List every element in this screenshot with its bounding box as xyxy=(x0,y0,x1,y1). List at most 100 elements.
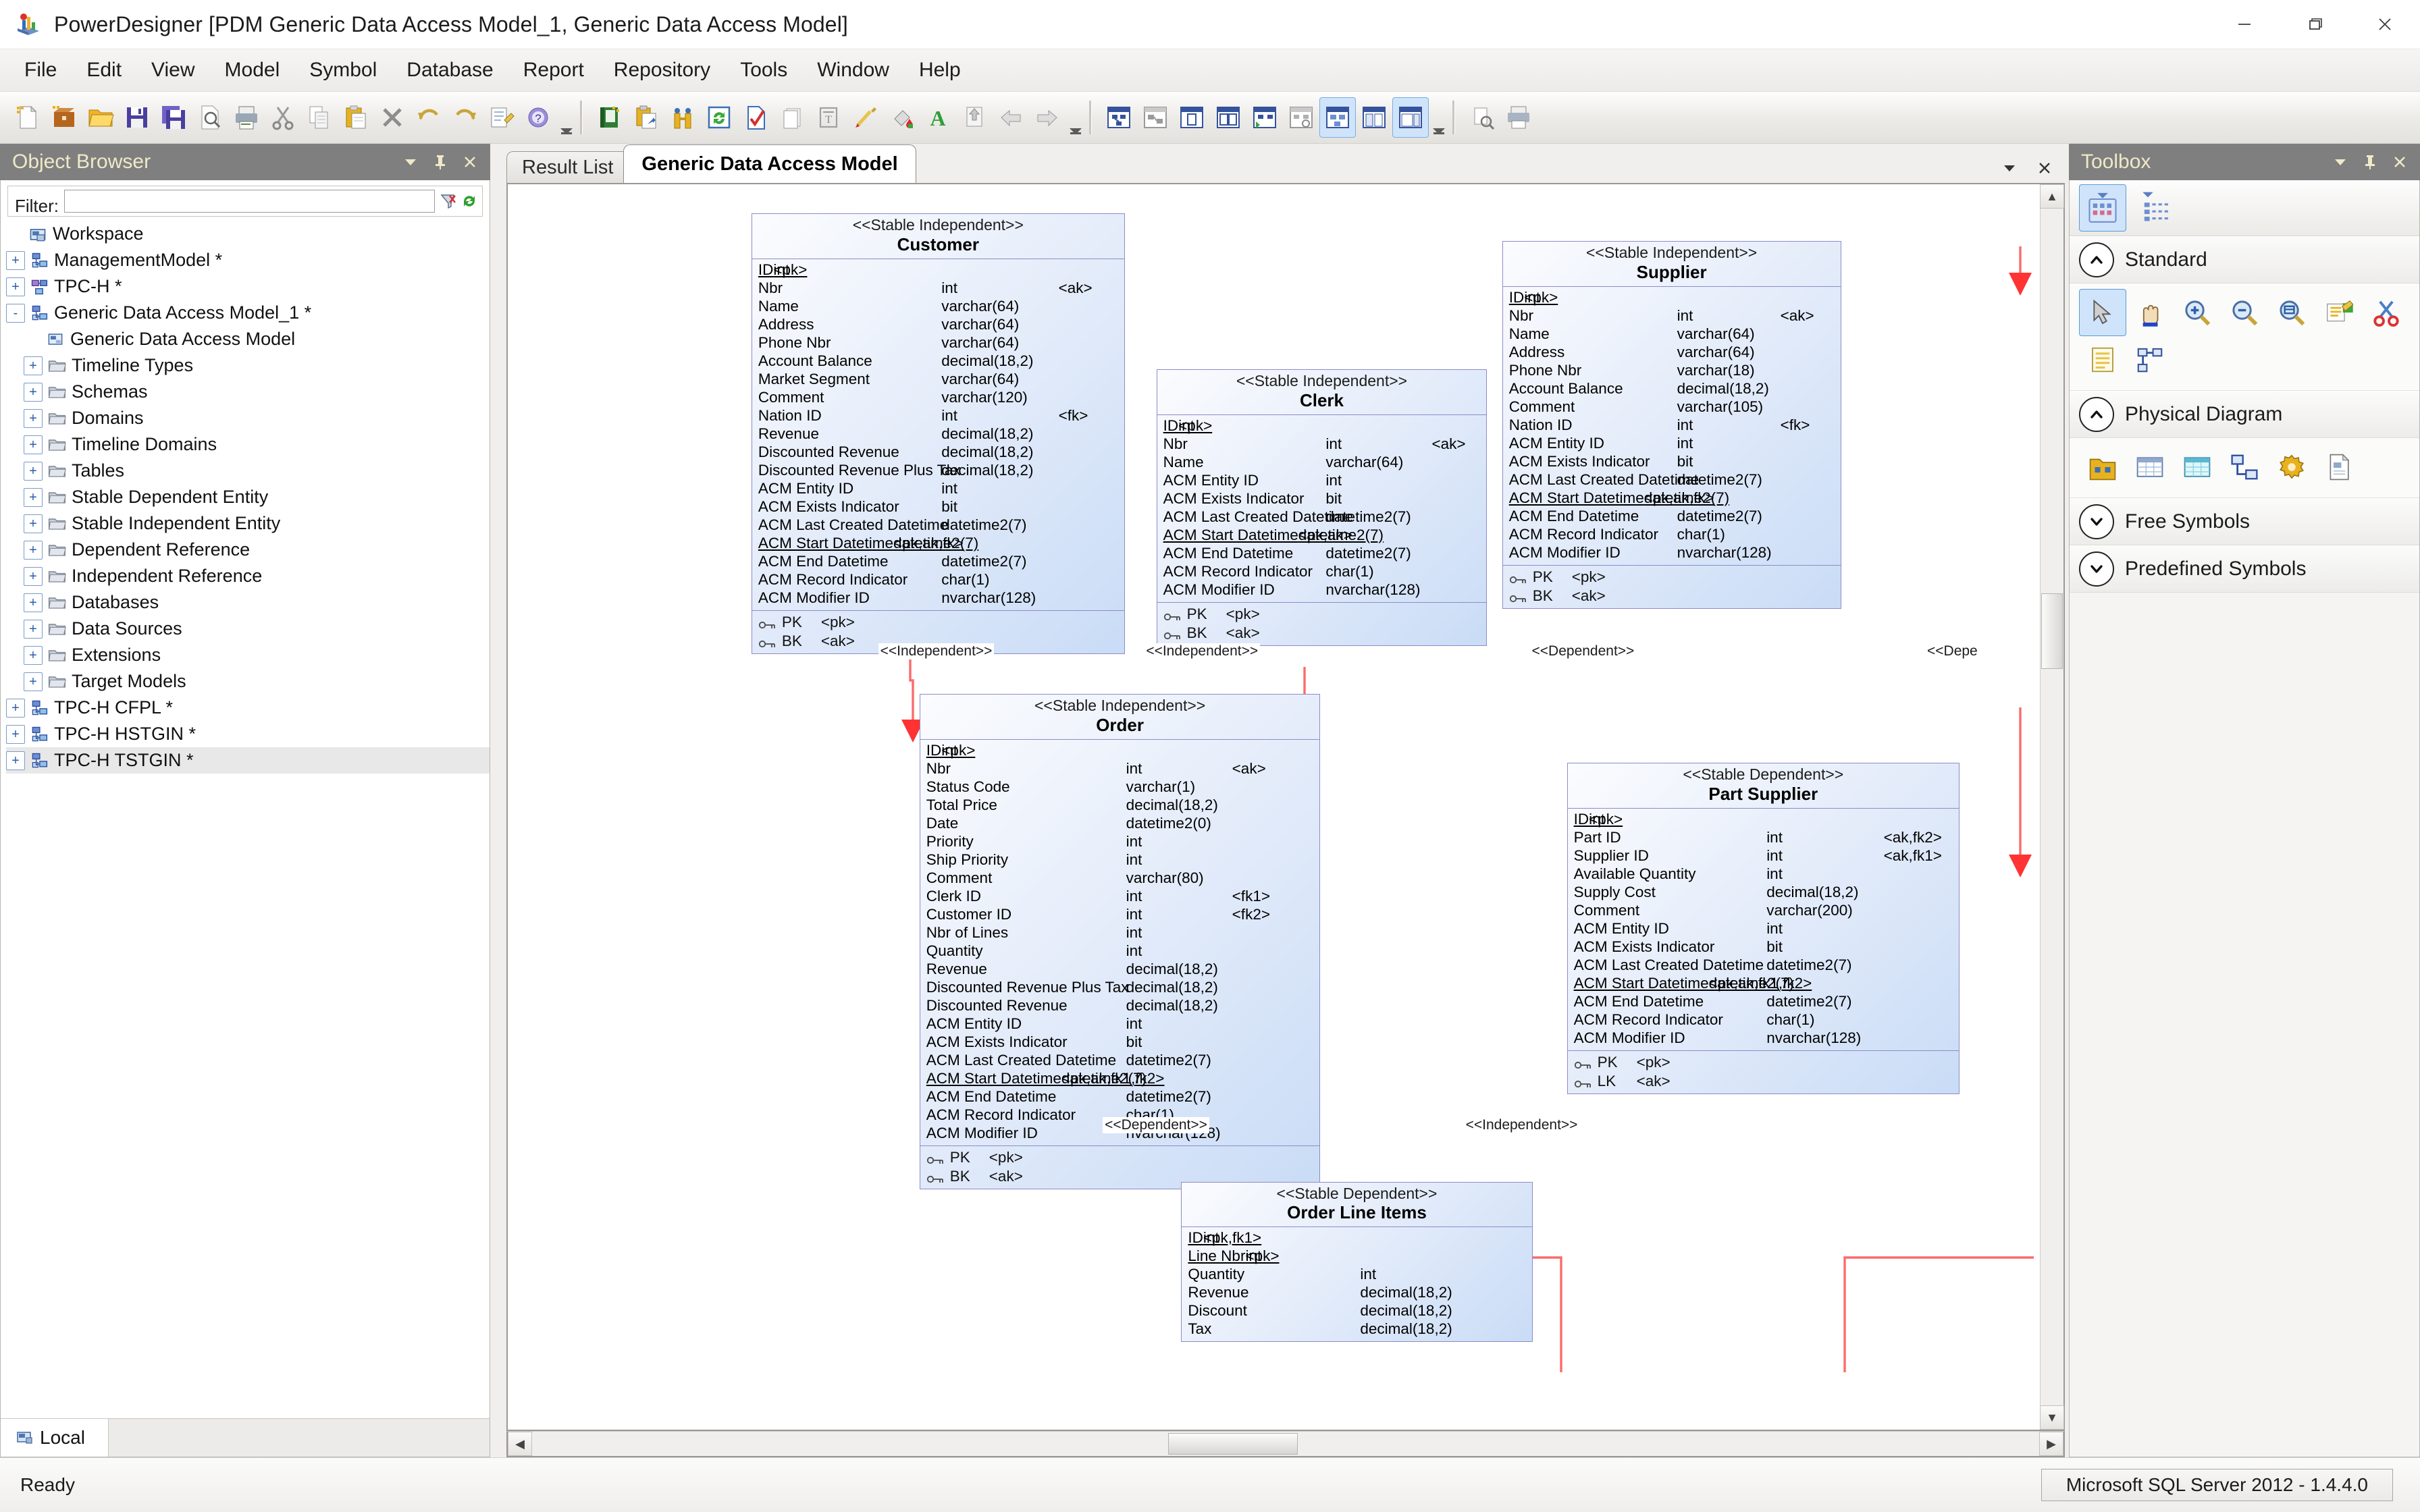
tool-table[interactable] xyxy=(2126,443,2174,491)
find-objects-button[interactable] xyxy=(664,97,701,138)
tree-item-timeline-domains[interactable]: + Timeline Domains xyxy=(6,431,490,458)
back-button[interactable] xyxy=(993,97,1029,138)
toolbox-menu-icon[interactable] xyxy=(2325,147,2355,177)
toolbox-close-icon[interactable] xyxy=(2385,147,2415,177)
tree-item-tpc-h-cfpl[interactable]: + TPC-H CFPL * xyxy=(6,695,490,721)
fill-color-button[interactable] xyxy=(883,97,920,138)
menu-item-view[interactable]: View xyxy=(136,53,209,87)
diagram-canvas[interactable]: <<Stable Independent>> Customer ID int <pk> N… xyxy=(508,184,2040,1430)
tree-item-workspace[interactable]: Workspace xyxy=(6,221,490,247)
browse-diagram-button[interactable] xyxy=(1283,97,1319,138)
menu-item-file[interactable]: File xyxy=(9,53,72,87)
tab-generic-data-access-model[interactable]: Generic Data Access Model xyxy=(623,144,916,183)
save-button[interactable] xyxy=(119,97,155,138)
tree-item-databases[interactable]: + Databases xyxy=(6,589,490,616)
glossary-button[interactable] xyxy=(591,97,628,138)
toggle-object-browser-button[interactable] xyxy=(1356,97,1392,138)
expand-icon[interactable]: + xyxy=(24,593,43,612)
pin-icon[interactable] xyxy=(425,147,455,177)
maximize-button[interactable] xyxy=(2280,0,2350,49)
properties-button[interactable] xyxy=(483,97,520,138)
toolbox-list-view-button[interactable] xyxy=(2133,184,2180,232)
delete-button[interactable] xyxy=(374,97,411,138)
expand-icon[interactable]: + xyxy=(24,356,43,375)
tool-pan[interactable] xyxy=(2126,289,2174,336)
expand-icon[interactable]: + xyxy=(24,382,43,402)
zoom-page-button[interactable] xyxy=(1464,97,1500,138)
refresh-button[interactable] xyxy=(701,97,737,138)
menu-item-edit[interactable]: Edit xyxy=(72,53,136,87)
toggle-toolbox-button[interactable] xyxy=(1392,97,1429,138)
tool-open-package[interactable] xyxy=(2315,289,2363,336)
scroll-up-button[interactable]: ▲ xyxy=(2040,184,2064,209)
tool-view[interactable] xyxy=(2174,443,2221,491)
scroll-down-button[interactable]: ▼ xyxy=(2040,1405,2064,1430)
close-button[interactable] xyxy=(2350,0,2420,49)
expand-icon[interactable]: + xyxy=(6,751,25,770)
tool-reference[interactable] xyxy=(2221,443,2268,491)
menu-item-tools[interactable]: Tools xyxy=(725,53,802,87)
scroll-right-button[interactable]: ▶ xyxy=(2039,1432,2063,1456)
tree-item-data-sources[interactable]: + Data Sources xyxy=(6,616,490,642)
active-diagram-button[interactable] xyxy=(1319,97,1356,138)
expand-icon[interactable]: + xyxy=(24,435,43,454)
tree-item-target-models[interactable]: + Target Models xyxy=(6,668,490,695)
expand-icon[interactable]: + xyxy=(6,250,25,270)
expand-icon[interactable]: + xyxy=(24,514,43,533)
menu-item-help[interactable]: Help xyxy=(904,53,976,87)
expand-icon[interactable]: + xyxy=(6,698,25,718)
single-pane-button[interactable] xyxy=(1174,97,1210,138)
horizontal-scroll-thumb[interactable] xyxy=(1168,1433,1298,1455)
toolbar-overflow-icon[interactable] xyxy=(1068,95,1083,140)
undo-button[interactable] xyxy=(411,97,447,138)
chevron-down-icon[interactable] xyxy=(2079,504,2114,539)
view-diagram-button[interactable] xyxy=(1101,97,1137,138)
entity-clerk[interactable]: <<Stable Independent>> Clerk ID int <pk> Nbr i… xyxy=(1156,369,1488,646)
open-button[interactable] xyxy=(82,97,119,138)
chevron-up-icon[interactable] xyxy=(2079,242,2114,277)
page-button[interactable] xyxy=(774,97,810,138)
check-model-button[interactable] xyxy=(737,97,774,138)
entity-supplier[interactable]: <<Stable Independent>> Supplier ID int <pk> N… xyxy=(1502,241,1841,609)
tree-item-generic-data-access-model-1[interactable]: - Generic Data Access Model_1 * xyxy=(6,300,490,326)
toolbox-section-standard[interactable]: Standard xyxy=(2070,236,2419,284)
cut-button[interactable] xyxy=(265,97,301,138)
new-package-button[interactable] xyxy=(46,97,82,138)
filter-input[interactable] xyxy=(64,190,435,213)
tool-delete-link[interactable] xyxy=(2363,289,2410,336)
tree-item-independent-reference[interactable]: + Independent Reference xyxy=(6,563,490,589)
tile-window-button[interactable] xyxy=(1137,97,1174,138)
tree-item-timeline-types[interactable]: + Timeline Types xyxy=(6,352,490,379)
tree-item-dependent-reference[interactable]: + Dependent Reference xyxy=(6,537,490,563)
clipboard-link-button[interactable] xyxy=(628,97,664,138)
close-icon[interactable] xyxy=(455,147,485,177)
print-button[interactable] xyxy=(228,97,265,138)
tree-item-tpc-h-tstgin[interactable]: + TPC-H TSTGIN * xyxy=(6,747,490,774)
new-model-button[interactable] xyxy=(9,97,46,138)
tab-close-icon[interactable] xyxy=(2030,153,2059,183)
tool-zoom-in[interactable] xyxy=(2174,289,2221,336)
save-all-button[interactable] xyxy=(155,97,192,138)
minimize-button[interactable] xyxy=(2209,0,2280,49)
collapse-icon[interactable]: - xyxy=(6,303,25,323)
expand-icon[interactable]: + xyxy=(24,645,43,665)
expand-icon[interactable]: + xyxy=(24,566,43,586)
menu-item-repository[interactable]: Repository xyxy=(599,53,725,87)
menu-item-symbol[interactable]: Symbol xyxy=(294,53,392,87)
text-style-button[interactable]: A xyxy=(920,97,956,138)
two-pane-button[interactable] xyxy=(1210,97,1246,138)
tree-item-managementmodel[interactable]: + ManagementModel * xyxy=(6,247,490,273)
expand-icon[interactable]: + xyxy=(24,672,43,691)
toolbox-pin-icon[interactable] xyxy=(2355,147,2385,177)
toolbar-overflow-icon[interactable] xyxy=(559,95,574,140)
tree-item-tpc-h[interactable]: + TPC-H * xyxy=(6,273,490,300)
horizontal-scrollbar[interactable]: ◀ ▶ xyxy=(506,1431,2065,1457)
entity-customer[interactable]: <<Stable Independent>> Customer ID int <pk> N… xyxy=(751,213,1125,655)
tool-pointer[interactable] xyxy=(2079,289,2126,336)
chevron-down-icon[interactable] xyxy=(2079,551,2114,587)
tree-item-generic-data-access-model[interactable]: Generic Data Access Model xyxy=(6,326,490,352)
toolbox-section-predefined-symbols[interactable]: Predefined Symbols xyxy=(2070,545,2419,593)
expand-icon[interactable]: + xyxy=(24,408,43,428)
vertical-scroll-thumb[interactable] xyxy=(2041,593,2063,669)
tree-item-tpc-h-hstgin[interactable]: + TPC-H HSTGIN * xyxy=(6,721,490,747)
